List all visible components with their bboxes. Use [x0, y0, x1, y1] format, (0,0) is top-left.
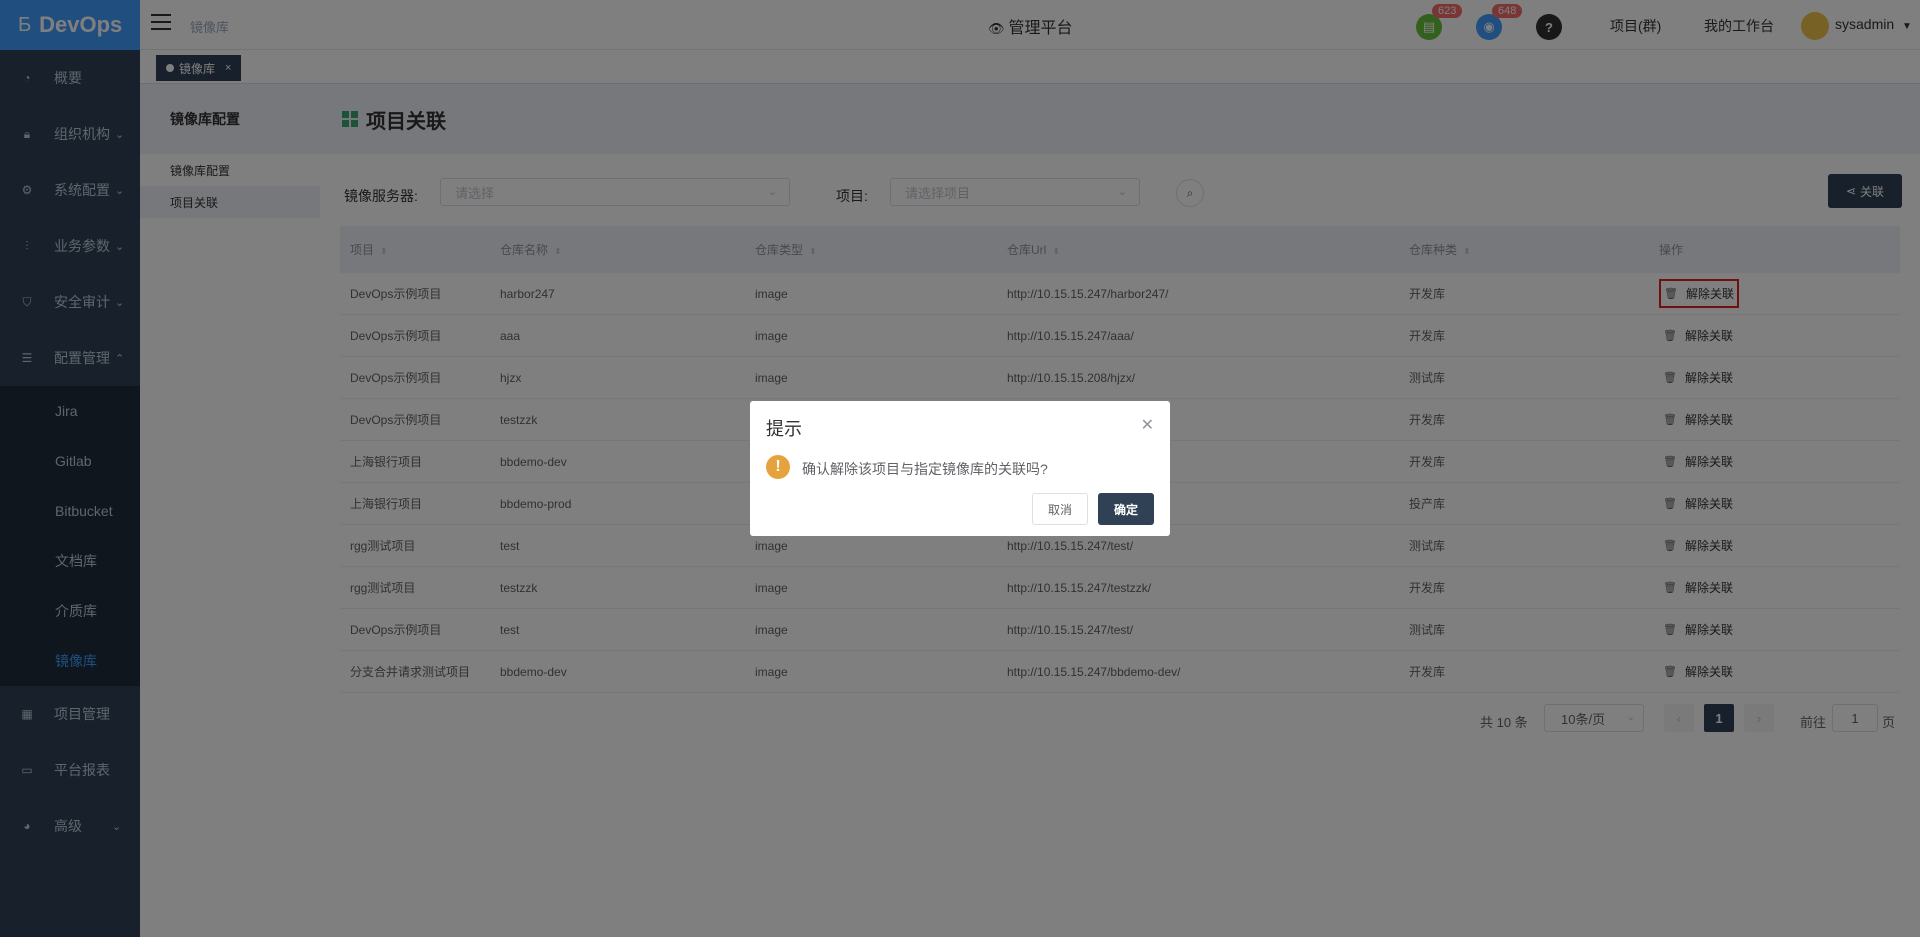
confirm-dialog: 提示 ✕ ! 确认解除该项目与指定镜像库的关联吗? 取消 确定 — [750, 401, 1170, 536]
close-icon[interactable]: ✕ — [1141, 415, 1154, 435]
confirm-button[interactable]: 确定 — [1098, 493, 1154, 525]
dialog-message: 确认解除该项目与指定镜像库的关联吗? — [802, 461, 1048, 477]
warning-icon: ! — [766, 455, 790, 479]
dialog-title: 提示 — [766, 419, 802, 439]
cancel-button[interactable]: 取消 — [1032, 493, 1088, 525]
